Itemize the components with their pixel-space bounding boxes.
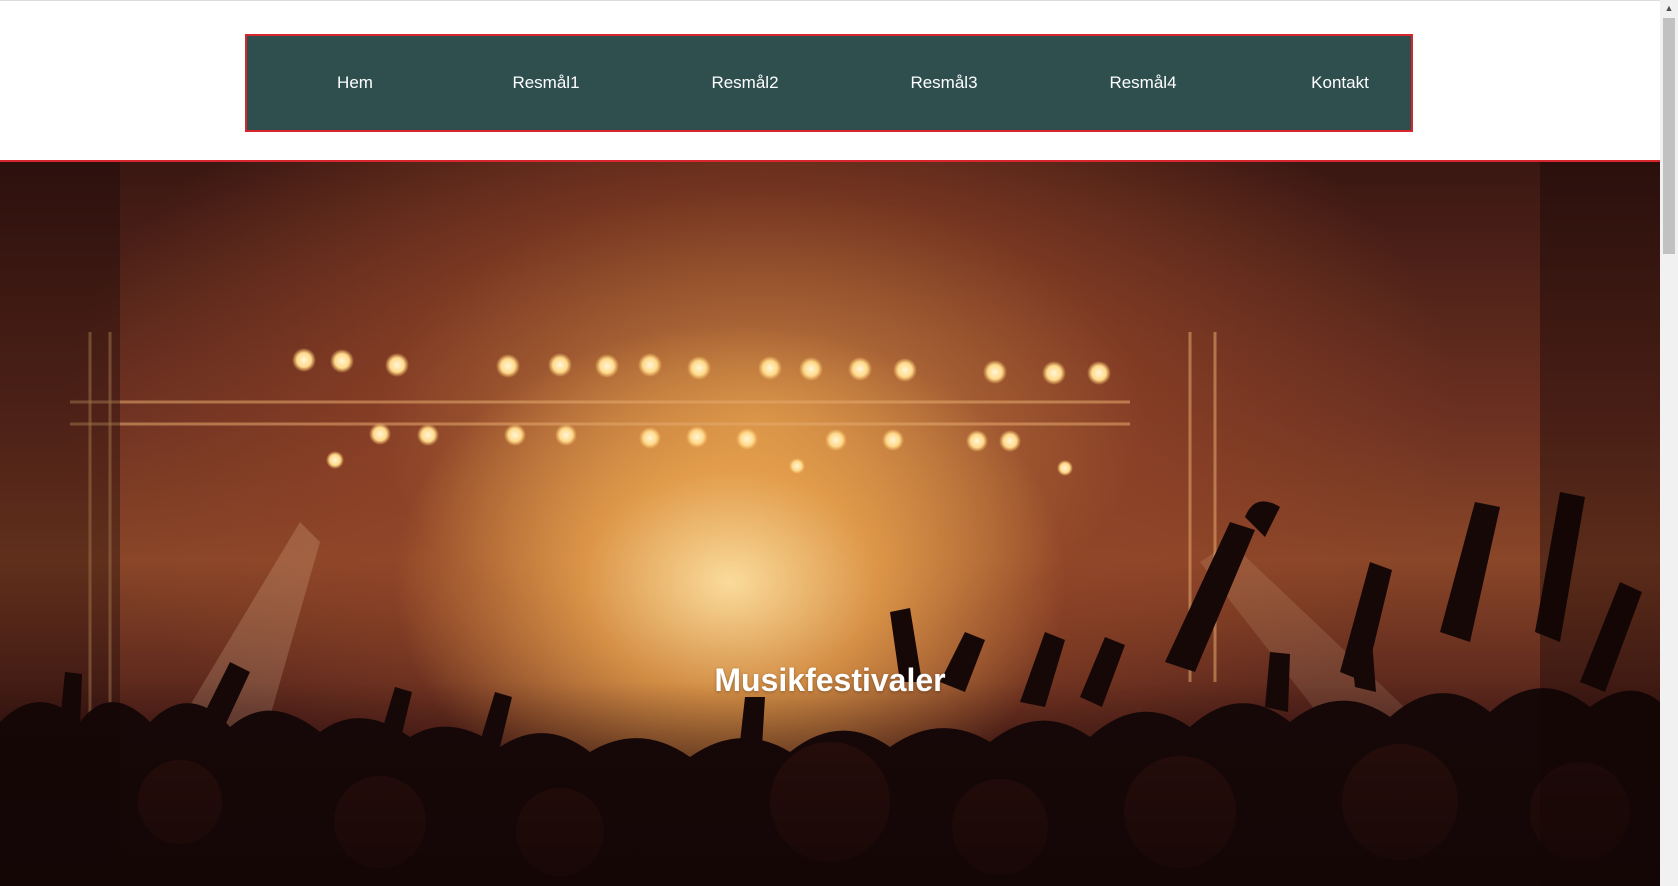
site-header: Hem Resmål1 Resmål2 Resmål3 Resmål4 Kont…: [0, 1, 1660, 160]
nav-item-kontakt[interactable]: Kontakt: [1278, 36, 1402, 130]
nav-item-hem[interactable]: Hem: [305, 36, 405, 130]
nav-item-resmal3[interactable]: Resmål3: [882, 36, 1006, 130]
nav-item-resmal2[interactable]: Resmål2: [683, 36, 807, 130]
scrollbar-thumb[interactable]: [1663, 18, 1675, 254]
arrow-up-icon[interactable]: ▲: [1660, 0, 1678, 17]
main-navigation: Hem Resmål1 Resmål2 Resmål3 Resmål4 Kont…: [245, 34, 1413, 132]
vertical-scrollbar[interactable]: ▲: [1660, 0, 1678, 886]
nav-item-resmal1[interactable]: Resmål1: [484, 36, 608, 130]
hero-title: Musikfestivaler: [714, 662, 946, 698]
concert-crowd-image: [0, 162, 1660, 886]
hero-banner: Musikfestivaler: [0, 160, 1660, 886]
nav-item-resmal4[interactable]: Resmål4: [1081, 36, 1205, 130]
